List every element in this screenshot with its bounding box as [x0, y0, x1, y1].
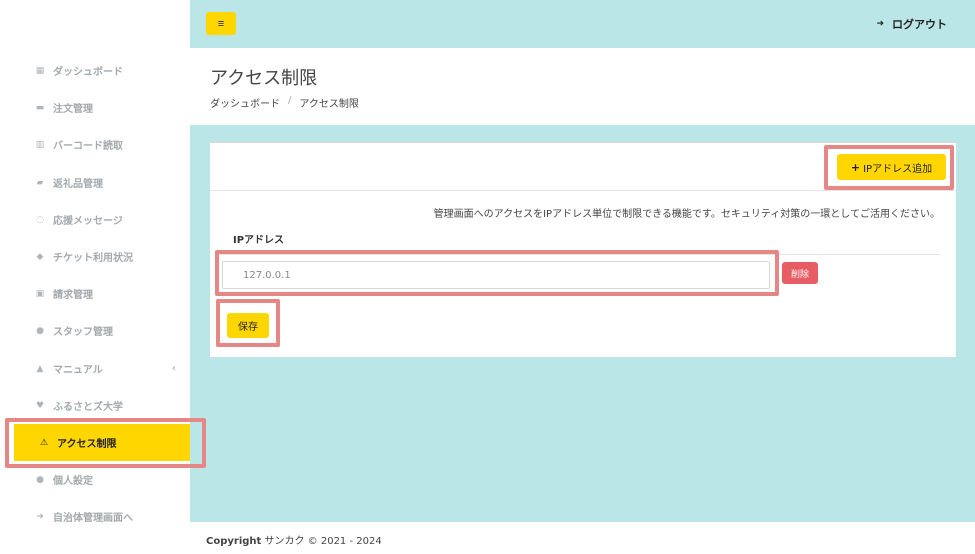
- sidebar-item-billing[interactable]: ▣ 請求管理: [0, 275, 190, 312]
- save-button[interactable]: 保存: [227, 313, 269, 338]
- sidebar-item-label: 注文管理: [53, 104, 93, 115]
- sidebar-item-dashboard[interactable]: ▦ ダッシュボード: [0, 52, 190, 89]
- sidebar-item-label: チケット利用状況: [53, 253, 133, 264]
- user-icon: ●: [36, 474, 44, 485]
- sidebar: ▦ ダッシュボード ▬ 注文管理 ▥ バーコード読取 ▰ 返礼品管理 ◌ 応援メッセージ …: [0, 0, 190, 554]
- sidebar-item-label: 返礼品管理: [53, 179, 103, 190]
- sidebar-item-access-restriction[interactable]: ⚠ アクセス制限: [14, 424, 190, 461]
- add-ip-label: IPアドレス追加: [863, 163, 933, 175]
- breadcrumb: ダッシュボード / アクセス制限: [210, 95, 359, 110]
- sidebar-item-label: バーコード読取: [53, 141, 123, 152]
- graduation-cap-icon: ▲: [36, 363, 44, 374]
- sidebar-item-personal-settings[interactable]: ● 個人設定: [0, 461, 190, 498]
- description-text: 管理画面へのアクセスをIPアドレス単位で制限できる機能です。セキュリティ対策の一…: [433, 209, 940, 220]
- sidebar-item-label: アクセス制限: [57, 439, 117, 450]
- logout-label: ログアウト: [892, 18, 947, 31]
- sidebar-item-messages[interactable]: ◌ 応援メッセージ: [0, 201, 190, 238]
- sidebar-item-manual[interactable]: ▲ マニュアル ‹: [0, 350, 190, 387]
- top-navbar: ≡ ➜ ログアウト: [190, 0, 975, 48]
- sidebar-item-label: 応援メッセージ: [53, 216, 123, 227]
- sidebar-item-gifts[interactable]: ▰ 返礼品管理: [0, 164, 190, 201]
- ip-restriction-card: + IPアドレス追加 管理画面へのアクセスをIPアドレス単位で制限できる機能です…: [210, 142, 956, 357]
- main-content: + IPアドレス追加 管理画面へのアクセスをIPアドレス単位で制限できる機能です…: [190, 125, 975, 522]
- copyright-detail: サンカク © 2021 - 2024: [261, 536, 382, 547]
- sidebar-item-label: 個人設定: [53, 476, 93, 487]
- sidebar-item-staff[interactable]: ● スタッフ管理: [0, 312, 190, 349]
- breadcrumb-home[interactable]: ダッシュボード: [210, 95, 280, 110]
- comment-icon: ◌: [36, 214, 44, 225]
- logout-link[interactable]: ➜ ログアウト: [876, 16, 947, 32]
- sidebar-item-label: ダッシュボード: [53, 67, 123, 78]
- copyright-label: Copyright: [206, 536, 262, 547]
- page-title: アクセス制限: [210, 68, 318, 89]
- sidebar-item-tickets[interactable]: ◆ チケット利用状況: [0, 238, 190, 275]
- hamburger-icon: ≡: [217, 17, 225, 30]
- footer: Copyright サンカク © 2021 - 2024: [190, 522, 975, 554]
- sidebar-item-label: 自治体管理画面へ: [53, 513, 133, 524]
- trophy-icon: ♥: [35, 400, 45, 411]
- copyright-text: Copyright サンカク © 2021 - 2024: [206, 532, 382, 547]
- sidebar-item-barcode[interactable]: ▥ バーコード読取: [0, 126, 190, 163]
- page-header: アクセス制限 ダッシュボード / アクセス制限: [190, 48, 975, 125]
- delete-button[interactable]: 削除: [782, 262, 818, 284]
- sign-out-icon: ➜: [876, 19, 884, 29]
- warning-icon: ⚠: [39, 437, 49, 448]
- card-header: + IPアドレス追加: [210, 143, 956, 191]
- sidebar-item-municipality-admin[interactable]: ➜ 自治体管理画面へ: [0, 498, 190, 535]
- sidebar-item-label: スタッフ管理: [53, 327, 113, 338]
- tag-icon: ◆: [36, 251, 44, 262]
- breadcrumb-current: アクセス制限: [299, 99, 359, 110]
- sidebar-item-label: ふるさとズ大学: [53, 402, 123, 413]
- sidebar-item-label: マニュアル: [53, 365, 103, 376]
- sidebar-item-orders[interactable]: ▬ 注文管理: [0, 89, 190, 126]
- sidebar-item-label: 請求管理: [53, 290, 93, 301]
- ip-column-header: IPアドレス: [220, 231, 940, 255]
- sidebar-item-university[interactable]: ♥ ふるさとズ大学: [0, 387, 190, 424]
- briefcase-icon: ▬: [35, 102, 45, 113]
- menu-toggle-button[interactable]: ≡: [206, 12, 236, 35]
- sign-out-icon: ➜: [36, 511, 44, 522]
- users-icon: ●: [36, 325, 44, 336]
- add-ip-button[interactable]: + IPアドレス追加: [837, 154, 946, 180]
- plus-icon: +: [850, 160, 861, 174]
- breadcrumb-separator: /: [288, 95, 292, 106]
- barcode-icon: ▥: [35, 139, 45, 150]
- gift-icon: ▰: [36, 177, 44, 188]
- dashboard-icon: ▦: [35, 65, 45, 76]
- chevron-left-icon: ‹: [171, 363, 176, 374]
- ip-address-input[interactable]: [222, 261, 770, 289]
- money-icon: ▣: [35, 288, 45, 299]
